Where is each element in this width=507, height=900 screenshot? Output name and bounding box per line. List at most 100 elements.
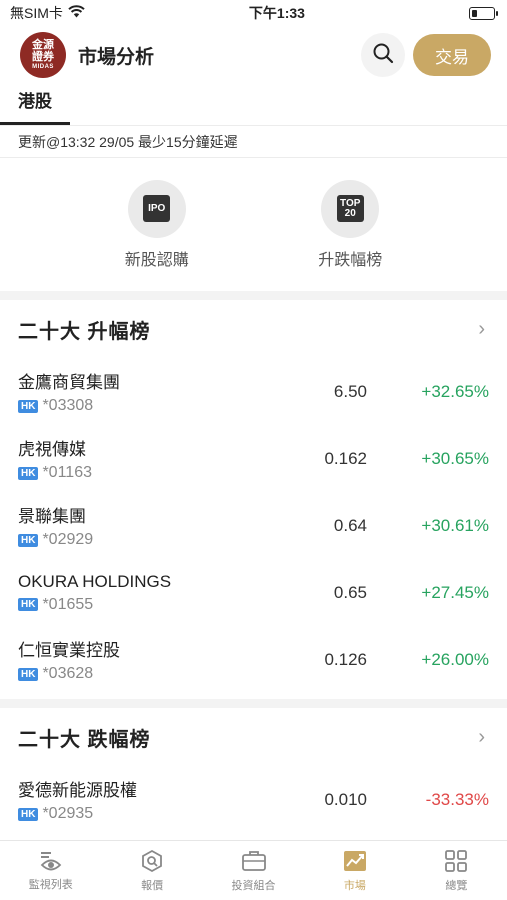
market-badge: HK (18, 807, 39, 821)
overview-icon (444, 849, 468, 873)
ipo-icon-circle: IPO (127, 179, 186, 238)
stock-change: +27.45% (421, 582, 489, 602)
portfolio-icon (241, 849, 267, 873)
stock-code: *01163 (42, 464, 92, 481)
nav-quote[interactable]: 報價 (101, 841, 202, 900)
table-row[interactable]: 景聯集團 HK *02929 0.64 +30.61% (0, 492, 507, 559)
market-tabs: 港股 (0, 84, 507, 126)
market-badge: HK (18, 466, 39, 480)
stock-change: +30.65% (421, 448, 489, 468)
stock-price: 0.126 (324, 649, 367, 669)
stock-price: 0.010 (324, 789, 367, 809)
stock-code: *01655 (42, 595, 94, 613)
stock-info: 景聯集團 HK *02929 (18, 502, 251, 549)
stock-price: 0.162 (324, 448, 367, 468)
ipo-shortcut[interactable]: IPO 新股認購 (124, 179, 189, 270)
table-row[interactable]: 仁恒實業控股 HK *03628 0.126 +26.00% (0, 626, 507, 693)
ipo-icon: IPO (143, 195, 171, 222)
stock-info: 愛德新能源股權 HK *02935 (18, 776, 251, 823)
page-title: 市場分析 (78, 46, 155, 68)
stock-code-line: HK *02935 (18, 805, 251, 823)
stock-info: 仁恒實業控股 HK *03628 (18, 636, 251, 683)
stock-info: 虎視傳媒 HK *01163 (18, 435, 251, 482)
stock-change: +32.65% (421, 381, 489, 401)
table-row[interactable]: 金鷹商貿集團 HK *03308 6.50 +32.65% (0, 358, 507, 425)
stock-code-line: HK *03628 (18, 665, 251, 683)
nav-market-label: 市場 (343, 879, 366, 892)
top20-icon-text-top: TOP (340, 197, 361, 209)
logo-text-mid: 證券 (32, 51, 54, 63)
logo-text-bottom: MIDAS (32, 64, 54, 70)
carrier-label: 無SIM卡 (10, 5, 63, 21)
market-icon (342, 849, 368, 873)
stock-change: +26.00% (421, 649, 489, 669)
market-badge: HK (18, 598, 39, 611)
search-icon (372, 42, 394, 69)
stock-code-line: HK *01655 (18, 596, 251, 614)
table-row[interactable]: 虎視傳媒 HK *01163 0.162 +30.65% (0, 425, 507, 492)
nav-market[interactable]: 市場 (304, 841, 405, 900)
stock-change: -33.33% (425, 789, 489, 809)
top20-icon-text-bottom: 20 (344, 207, 356, 219)
market-badge: HK (18, 667, 39, 681)
stock-name: 虎視傳媒 (18, 440, 86, 459)
ipo-label: 新股認購 (124, 251, 189, 269)
app-header: 金源 證券 MIDAS 市場分析 交易 (0, 26, 507, 84)
stock-code-line: HK *03308 (18, 397, 251, 415)
section-divider (0, 291, 507, 300)
tab-hk-stocks[interactable]: 港股 (0, 87, 70, 125)
battery-icon (468, 6, 498, 20)
search-button[interactable] (361, 33, 405, 77)
nav-overview[interactable]: 總覽 (406, 841, 507, 900)
nav-watchlist-label: 監視列表 (28, 878, 73, 891)
stock-name: 景聯集團 (18, 507, 86, 526)
nav-quote-label: 報價 (141, 879, 164, 892)
status-time: 下午1:33 (248, 5, 305, 21)
chevron-right-icon: › (478, 725, 485, 748)
stock-price: 0.65 (333, 582, 367, 602)
stock-code-line: HK *01163 (18, 464, 251, 482)
ranking-shortcut[interactable]: TOP 20 升跌幅榜 (318, 179, 383, 270)
stock-name: 仁恒實業控股 (18, 641, 120, 660)
nav-portfolio-label: 投資組合 (231, 879, 276, 892)
nav-overview-label: 總覽 (445, 879, 468, 892)
brand-logo: 金源 證券 MIDAS (20, 32, 66, 78)
trade-button[interactable]: 交易 (413, 34, 491, 76)
quote-icon (140, 849, 164, 873)
update-status: 更新@13:32 29/05 最少15分鐘延遲 (0, 126, 507, 158)
stock-code: *02929 (42, 531, 94, 548)
top20-icon-circle: TOP 20 (321, 179, 380, 238)
stock-code: *03308 (42, 397, 94, 414)
stock-change: +30.61% (421, 515, 489, 535)
gainers-header[interactable]: 二十大 升幅榜 › (0, 300, 507, 358)
ranking-label: 升跌幅榜 (318, 251, 383, 269)
stock-name: 愛德新能源股權 (18, 781, 137, 800)
gainers-title: 二十大 升幅榜 (18, 320, 151, 343)
ipo-icon-text: IPO (148, 202, 166, 214)
watchlist-icon (38, 850, 64, 872)
top20-icon: TOP 20 (336, 195, 364, 222)
losers-header[interactable]: 二十大 跌幅榜 › (0, 708, 507, 766)
stock-price: 0.64 (333, 515, 367, 535)
market-badge: HK (18, 399, 39, 413)
table-row[interactable]: OKURA HOLDINGS HK *01655 0.65 +27.45% (0, 559, 507, 626)
shortcut-panel: IPO 新股認購 TOP 20 升跌幅榜 (0, 158, 507, 291)
stock-name: 金鷹商貿集團 (18, 373, 120, 392)
table-row[interactable]: 愛德新能源股權 HK *02935 0.010 -33.33% (0, 766, 507, 833)
losers-title: 二十大 跌幅榜 (18, 728, 151, 751)
nav-watchlist[interactable]: 監視列表 (0, 841, 101, 900)
market-badge: HK (18, 533, 39, 547)
stock-info: 金鷹商貿集團 HK *03308 (18, 368, 251, 415)
bottom-nav: 監視列表 報價 投資組合 市場 總覽 (0, 840, 507, 900)
stock-code: *02935 (42, 805, 94, 822)
stock-info: OKURA HOLDINGS HK *01655 (18, 572, 251, 614)
stock-price: 6.50 (333, 381, 367, 401)
losers-section: 二十大 跌幅榜 › 愛德新能源股權 HK *02935 0.010 -33.33… (0, 708, 507, 833)
status-bar: 無SIM卡 下午1:33 (0, 0, 507, 26)
stock-name: OKURA HOLDINGS (18, 571, 172, 591)
stock-code: *03628 (42, 665, 94, 682)
nav-portfolio[interactable]: 投資組合 (203, 841, 304, 900)
logo-text-top: 金源 (32, 39, 54, 51)
gainers-section: 二十大 升幅榜 › 金鷹商貿集團 HK *03308 6.50 +32.65% … (0, 300, 507, 693)
status-left: 無SIM卡 (10, 3, 85, 23)
